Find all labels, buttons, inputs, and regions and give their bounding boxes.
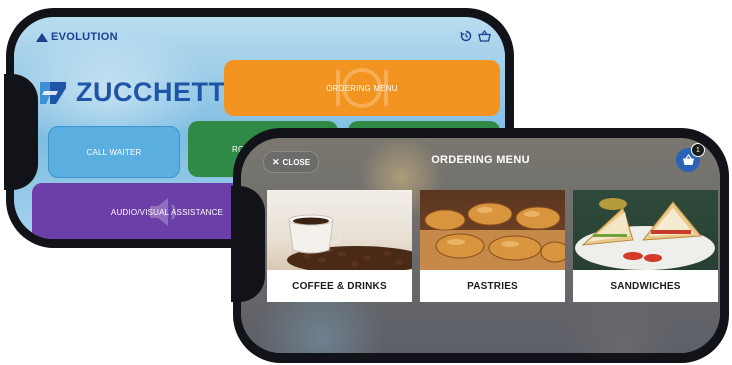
coffee-image (267, 190, 412, 270)
call-waiter-tile[interactable]: CALL WAITER (48, 126, 180, 178)
category-list: COFFEE & DRINKS PASTRIES SANDWICHES (267, 190, 718, 302)
category-label: SANDWICHES (610, 280, 681, 292)
ordering-menu-tile[interactable]: ORDERING MENU (224, 60, 500, 116)
sandwiches-image (573, 190, 718, 270)
category-label: COFFEE & DRINKS (292, 280, 387, 292)
dish-icon (336, 68, 388, 108)
speaker-icon (150, 198, 176, 226)
basket-icon[interactable] (478, 29, 491, 45)
category-card-sandwiches[interactable]: SANDWICHES (573, 190, 718, 302)
cart-count-badge: 1 (691, 143, 705, 157)
evolution-brand: EVOLUTION (36, 31, 118, 43)
basket-icon (682, 154, 694, 165)
zucchetti-logo: ZUCCHETTI (38, 77, 233, 108)
front-header: ✕ CLOSE ORDERING MENU 1 (241, 138, 720, 178)
front-screen: ✕ CLOSE ORDERING MENU 1 COFFEE & DRINKS … (241, 138, 720, 353)
front-phone: ✕ CLOSE ORDERING MENU 1 COFFEE & DRINKS … (231, 128, 729, 363)
page-title: ORDERING MENU (431, 154, 530, 166)
zucchetti-wordmark: ZUCCHETTI (76, 77, 234, 107)
category-label: PASTRIES (467, 280, 518, 292)
phone-notch (231, 186, 265, 302)
pastries-image (420, 190, 565, 270)
call-waiter-label: CALL WAITER (86, 147, 142, 157)
cart-button[interactable]: 1 (676, 143, 705, 172)
history-icon[interactable] (460, 30, 472, 45)
zucchetti-mark-icon (38, 78, 68, 108)
phone-notch (4, 74, 38, 190)
back-topbar: EVOLUTION (14, 17, 505, 47)
category-card-pastries[interactable]: PASTRIES (420, 190, 565, 302)
evolution-label: EVOLUTION (51, 31, 118, 43)
category-card-coffee[interactable]: COFFEE & DRINKS (267, 190, 412, 302)
evolution-logo-icon (36, 32, 48, 42)
